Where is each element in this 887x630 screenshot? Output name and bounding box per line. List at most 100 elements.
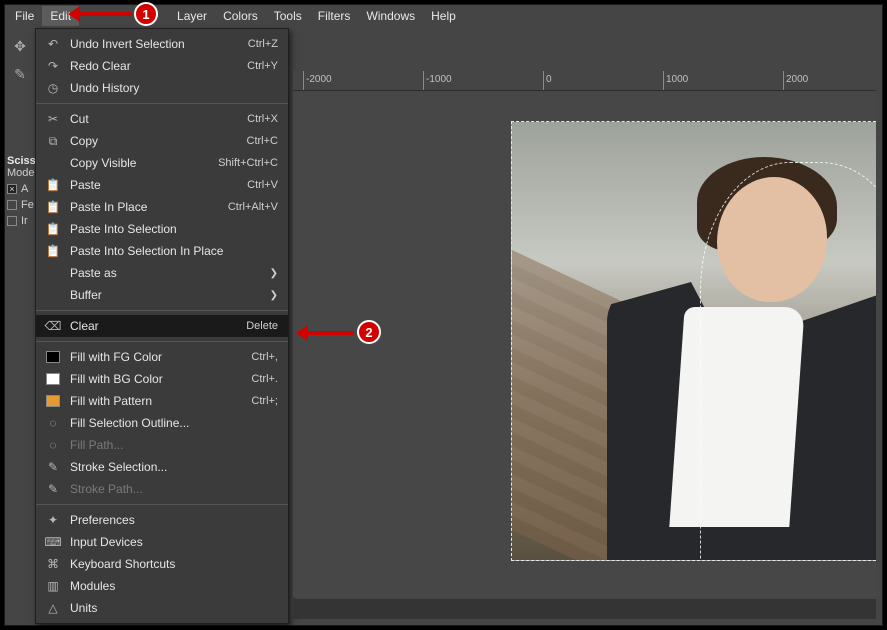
redo-icon: ↷ — [44, 58, 62, 74]
menu-file[interactable]: File — [7, 6, 42, 26]
menu-label: Paste In Place — [70, 200, 228, 214]
annotation-arrow-1 — [70, 12, 132, 16]
menu-item-input-devices[interactable]: ⌨ Input Devices — [36, 531, 288, 553]
menu-item-paste-as[interactable]: Paste as❯ — [36, 262, 288, 284]
keys-icon: ⌘ — [44, 556, 62, 572]
menu-shortcut: Ctrl+; — [251, 395, 278, 407]
menu-item-paste-in-place[interactable]: 📋Paste In PlaceCtrl+Alt+V — [36, 196, 288, 218]
menu-item-stroke-selection[interactable]: ✎Stroke Selection... — [36, 456, 288, 478]
panel-title: Sciss — [7, 155, 35, 167]
menu-label: Undo Invert Selection — [70, 37, 248, 51]
menu-label: Fill with Pattern — [70, 394, 251, 408]
menu-item-clear[interactable]: ⌫ClearDelete — [36, 315, 288, 337]
menu-label: Redo Clear — [70, 59, 247, 73]
statusbar — [293, 599, 876, 619]
move-tool-icon[interactable]: ✥ — [7, 33, 33, 59]
input-icon: ⌨ — [44, 534, 62, 550]
menu-shortcut: Ctrl+Z — [248, 38, 278, 50]
menu-item-fill-with-bg-color[interactable]: Fill with BG ColorCtrl+. — [36, 368, 288, 390]
menu-item-paste-into-selection[interactable]: 📋Paste Into Selection — [36, 218, 288, 240]
cut-icon: ✂ — [44, 111, 62, 127]
opt-fe: Fe — [21, 199, 34, 211]
menu-shortcut: Shift+Ctrl+C — [218, 157, 278, 169]
edit-dropdown: ↶ Undo Invert SelectionCtrl+Z ↷ Redo Clear C… — [35, 28, 289, 624]
menu-label: Keyboard Shortcuts — [70, 557, 278, 571]
menu-label: Cut — [70, 112, 247, 126]
menu-filters[interactable]: Filters — [310, 6, 359, 26]
menu-layer[interactable]: Layer — [169, 6, 215, 26]
menu-item-cut[interactable]: ✂CutCtrl+X — [36, 108, 288, 130]
app-shell: File Edit Layer Colors Tools Filters Win… — [4, 4, 883, 626]
menu-label: Paste Into Selection In Place — [70, 244, 278, 258]
tool-options-panel: Sciss Mode ×A Fe Ir — [5, 151, 37, 231]
menu-windows[interactable]: Windows — [358, 6, 423, 26]
menu-item-fill-with-fg-color[interactable]: Fill with FG ColorCtrl+, — [36, 346, 288, 368]
menu-label: Fill Selection Outline... — [70, 416, 278, 430]
menu-item-fill-selection-outline[interactable]: ◌ Fill Selection Outline... — [36, 412, 288, 434]
image[interactable] — [511, 121, 876, 561]
menu-label: Undo History — [70, 81, 278, 95]
menu-item-fill-path: ◌ Fill Path... — [36, 434, 288, 456]
selection-marquee — [700, 162, 876, 561]
copy-icon: ⧉ — [44, 133, 62, 149]
menu-label: Paste — [70, 178, 247, 192]
ruler-label: 1000 — [666, 74, 688, 85]
opt-a: A — [21, 183, 28, 195]
menu-item-keyboard-shortcuts[interactable]: ⌘ Keyboard Shortcuts — [36, 553, 288, 575]
blank-icon — [44, 287, 62, 303]
menu-item-buffer[interactable]: Buffer❯ — [36, 284, 288, 306]
ruler-tick — [543, 71, 544, 91]
units-icon: △ — [44, 600, 62, 616]
menu-item-undo-invert-selection[interactable]: ↶ Undo Invert SelectionCtrl+Z — [36, 33, 288, 55]
outline-icon: ◌ — [44, 415, 62, 431]
brush-tool-icon[interactable]: ✎ — [7, 61, 33, 87]
annotation-arrow-2 — [298, 331, 354, 335]
menu-shortcut: Ctrl+C — [247, 135, 278, 147]
annotation-marker-1: 1 — [134, 2, 158, 26]
mods-icon: ▥ — [44, 578, 62, 594]
menu-shortcut: Ctrl+. — [251, 373, 278, 385]
paste-icon: 📋 — [44, 177, 62, 193]
outline-icon: ◌ — [44, 437, 62, 453]
menu-label: Input Devices — [70, 535, 278, 549]
menu-shortcut: Ctrl+Alt+V — [228, 201, 278, 213]
menu-item-units[interactable]: △ Units — [36, 597, 288, 619]
menu-help[interactable]: Help — [423, 6, 464, 26]
menu-item-redo-clear[interactable]: ↷Redo ClearCtrl+Y — [36, 55, 288, 77]
canvas[interactable] — [293, 91, 876, 597]
ruler-label: -2000 — [306, 74, 332, 85]
menu-item-stroke-path: ✎ Stroke Path... — [36, 478, 288, 500]
history-icon: ◷ — [44, 80, 62, 96]
menu-item-fill-with-pattern[interactable]: Fill with PatternCtrl+; — [36, 390, 288, 412]
menu-tools[interactable]: Tools — [266, 6, 310, 26]
ruler-tick — [303, 71, 304, 91]
ruler-tick — [783, 71, 784, 91]
ruler-tick — [663, 71, 664, 91]
undo-icon: ↶ — [44, 36, 62, 52]
checkbox-icon[interactable] — [7, 200, 17, 210]
sw-black-icon — [44, 349, 62, 365]
menu-item-undo-history[interactable]: ◷ Undo History — [36, 77, 288, 99]
stroke-icon: ✎ — [44, 481, 62, 497]
menu-label: Stroke Path... — [70, 482, 278, 496]
prefs-icon: ✦ — [44, 512, 62, 528]
menu-item-modules[interactable]: ▥Modules — [36, 575, 288, 597]
close-icon[interactable]: × — [7, 184, 17, 194]
menu-label: Fill Path... — [70, 438, 278, 452]
menu-label: Paste as — [70, 266, 270, 280]
menu-label: Units — [70, 601, 278, 615]
mode-label: Mode — [7, 167, 35, 179]
paste-icon: 📋 — [44, 243, 62, 259]
menu-label: Paste Into Selection — [70, 222, 278, 236]
checkbox-icon[interactable] — [7, 216, 17, 226]
chevron-right-icon: ❯ — [270, 268, 278, 279]
menu-item-paste[interactable]: 📋PasteCtrl+V — [36, 174, 288, 196]
chevron-right-icon: ❯ — [270, 290, 278, 301]
menu-item-copy-visible[interactable]: Copy VisibleShift+Ctrl+C — [36, 152, 288, 174]
menu-item-paste-into-selection-in-place[interactable]: 📋 Paste Into Selection In Place — [36, 240, 288, 262]
menu-label: Copy Visible — [70, 156, 218, 170]
menu-item-copy[interactable]: ⧉CopyCtrl+C — [36, 130, 288, 152]
menu-item-preferences[interactable]: ✦Preferences — [36, 509, 288, 531]
menu-colors[interactable]: Colors — [215, 6, 266, 26]
annotation-marker-2: 2 — [357, 320, 381, 344]
